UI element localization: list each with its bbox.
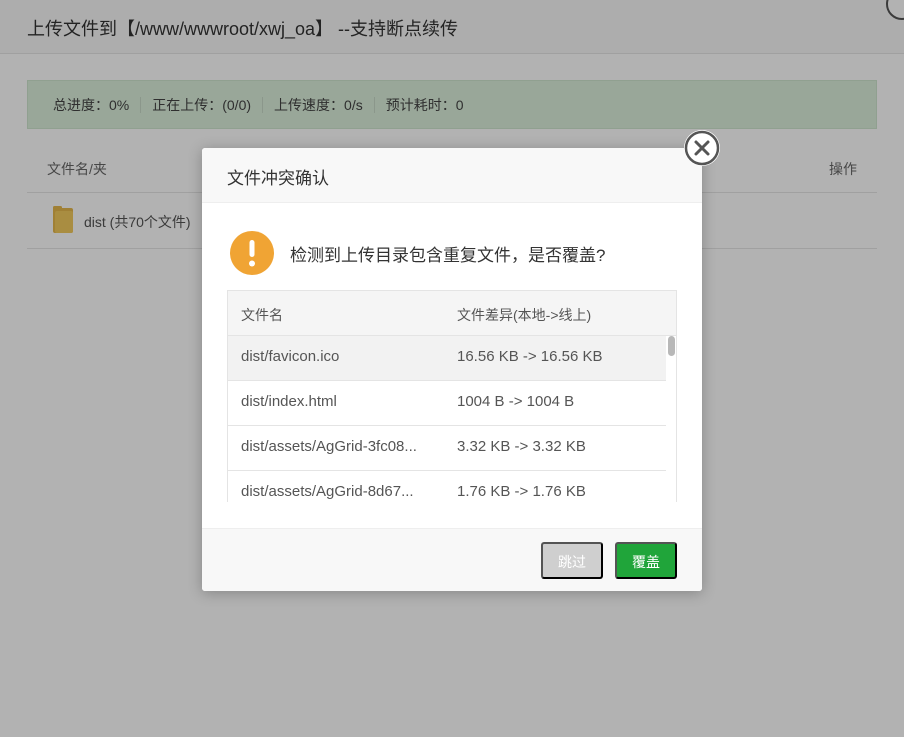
conflict-table-body: dist/favicon.ico 16.56 KB -> 16.56 KB di… bbox=[228, 336, 666, 502]
table-row[interactable]: dist/assets/AgGrid-8d67... 1.76 KB -> 1.… bbox=[228, 471, 666, 502]
table-row[interactable]: dist/index.html 1004 B -> 1004 B bbox=[228, 381, 666, 426]
table-row[interactable]: dist/assets/AgGrid-3fc08... 3.32 KB -> 3… bbox=[228, 426, 666, 471]
dialog-header: 文件冲突确认 bbox=[202, 148, 702, 203]
conflict-table-header: 文件名 文件差异(本地->线上) bbox=[228, 291, 676, 336]
row-file-diff: 1.76 KB -> 1.76 KB bbox=[457, 483, 586, 500]
row-file-name: dist/favicon.ico bbox=[241, 348, 340, 365]
file-conflict-dialog: 文件冲突确认 检测到上传目录包含重复文件，是否覆盖? 文件名 文件差异(本地->… bbox=[202, 130, 720, 591]
scrollbar-thumb[interactable] bbox=[668, 336, 675, 356]
row-file-diff: 1004 B -> 1004 B bbox=[457, 393, 575, 410]
table-scrollbar[interactable] bbox=[667, 336, 676, 502]
row-file-diff: 3.32 KB -> 3.32 KB bbox=[457, 438, 586, 455]
header-file-diff: 文件差异(本地->线上) bbox=[457, 307, 592, 323]
dialog-footer: 跳过 覆盖 bbox=[202, 528, 702, 591]
skip-button[interactable]: 跳过 bbox=[541, 542, 603, 579]
conflict-message: 检测到上传目录包含重复文件，是否覆盖? bbox=[290, 246, 606, 265]
exclamation-icon bbox=[230, 231, 274, 275]
dialog-title: 文件冲突确认 bbox=[227, 169, 329, 188]
row-file-diff: 16.56 KB -> 16.56 KB bbox=[457, 348, 603, 365]
conflict-table: 文件名 文件差异(本地->线上) dist/favicon.ico 16.56 … bbox=[227, 290, 677, 502]
row-file-name: dist/assets/AgGrid-3fc08... bbox=[241, 438, 417, 455]
row-file-name: dist/index.html bbox=[241, 393, 337, 410]
header-file-name: 文件名 bbox=[241, 307, 283, 323]
table-row[interactable]: dist/favicon.ico 16.56 KB -> 16.56 KB bbox=[228, 336, 666, 381]
cover-button[interactable]: 覆盖 bbox=[615, 542, 677, 579]
row-file-name: dist/assets/AgGrid-8d67... bbox=[241, 483, 414, 500]
close-icon[interactable] bbox=[684, 130, 720, 166]
